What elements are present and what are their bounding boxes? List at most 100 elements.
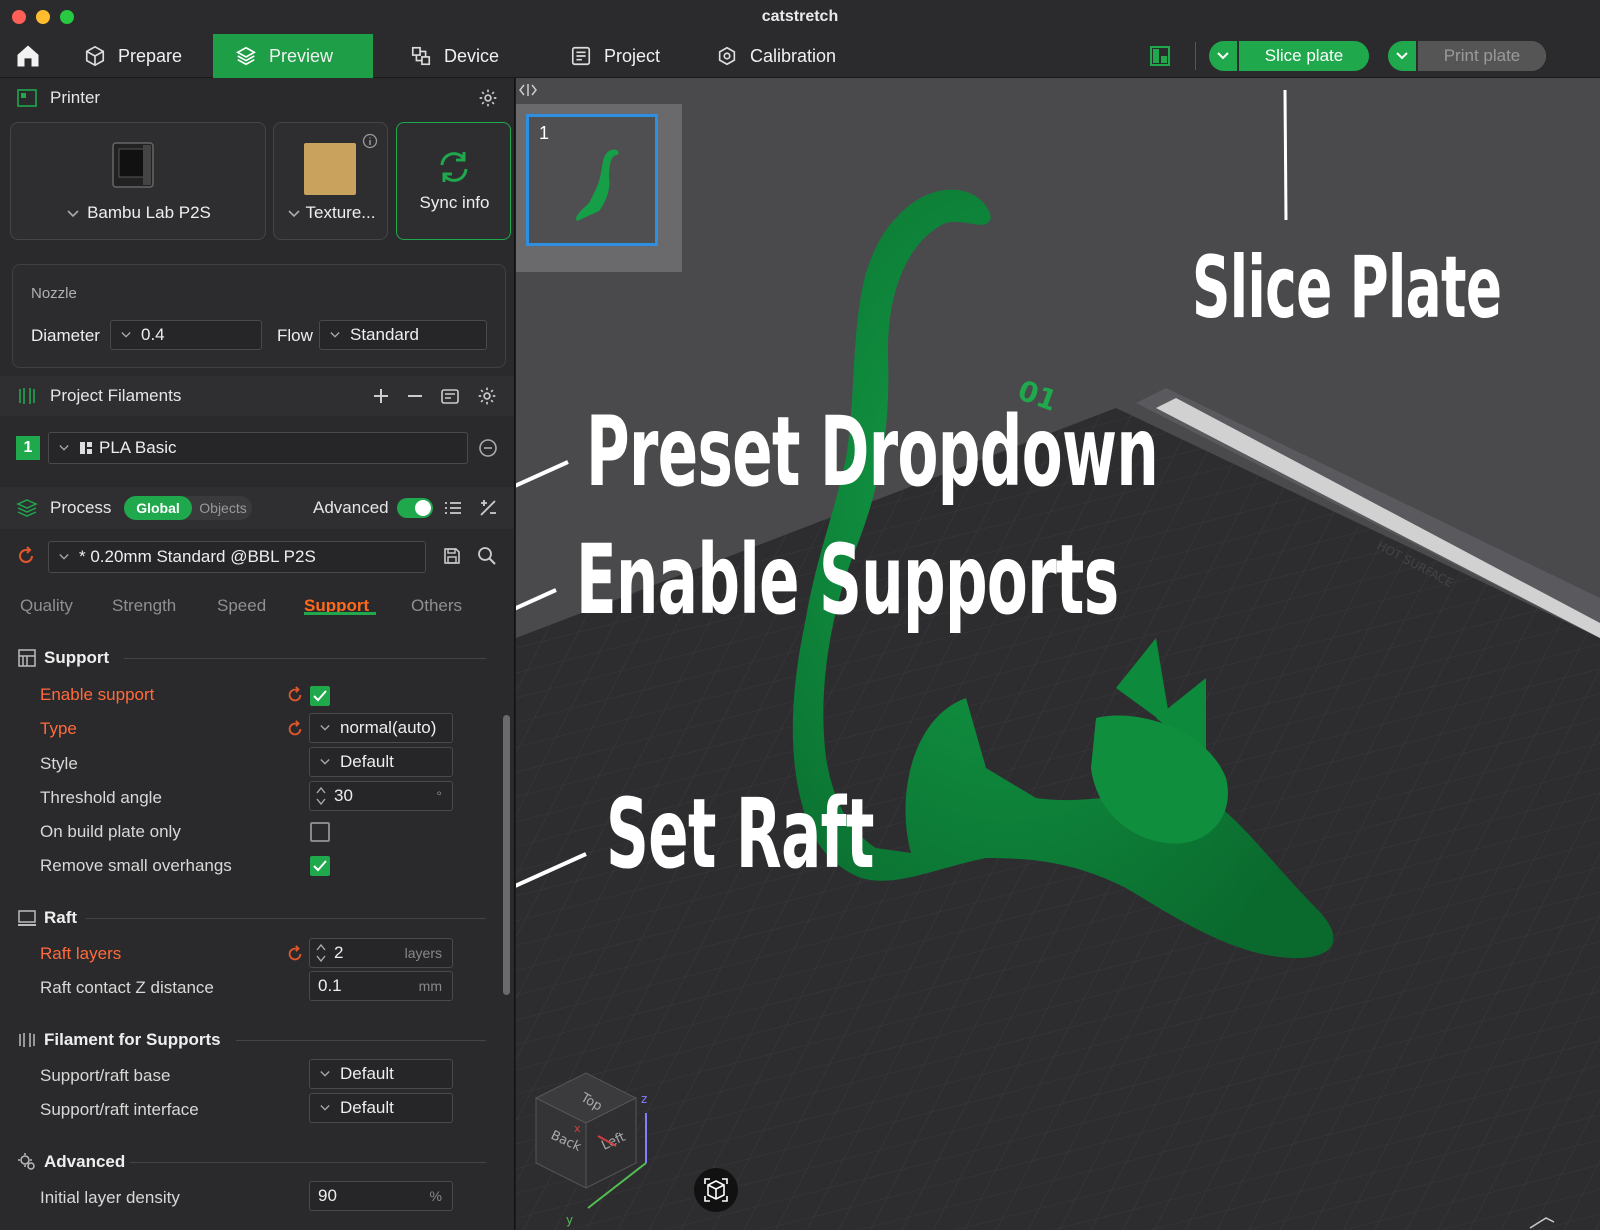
corner-handle-icon[interactable] xyxy=(1526,1214,1556,1230)
reset-icon[interactable] xyxy=(16,546,36,566)
sync-info-button[interactable]: Sync info xyxy=(396,122,511,240)
support-type-label: Type xyxy=(40,719,77,738)
tab-project[interactable]: Project xyxy=(548,34,682,78)
search-icon[interactable] xyxy=(477,546,497,566)
tab-device[interactable]: Device xyxy=(388,34,521,78)
tab-label: Device xyxy=(444,45,500,66)
filament-spool-icon xyxy=(19,1033,35,1047)
gear-icon[interactable] xyxy=(478,88,498,108)
home-icon[interactable] xyxy=(14,42,42,70)
filament-preset-select[interactable]: PLA Basic xyxy=(48,432,468,464)
build-plate-only-label: On build plate only xyxy=(40,822,181,841)
initial-density-input[interactable]: 90 % xyxy=(309,1181,453,1211)
list-icon[interactable] xyxy=(443,498,463,518)
layout-icon[interactable] xyxy=(1150,46,1170,66)
plate-type-card[interactable]: Texture... xyxy=(273,122,388,240)
tab-others[interactable]: Others xyxy=(411,596,462,616)
raft-layers-value: 2 xyxy=(334,943,344,962)
chevron-down-icon xyxy=(67,210,79,218)
minus-icon[interactable] xyxy=(406,387,424,405)
reset-icon[interactable] xyxy=(286,945,304,963)
sync-icon xyxy=(440,152,468,182)
compare-icon[interactable] xyxy=(478,498,498,518)
plate-name: Texture... xyxy=(305,203,376,222)
advanced-label: Advanced xyxy=(313,498,389,517)
reset-view-button[interactable] xyxy=(694,1168,738,1212)
title-bar: catstretch xyxy=(0,0,1600,34)
project-icon xyxy=(571,46,591,66)
chevron-down-icon xyxy=(1396,52,1408,60)
advanced-gears-icon xyxy=(18,1153,35,1170)
filament-index-badge[interactable]: 1 xyxy=(16,436,40,460)
nozzle-diameter-select[interactable]: 0.4 xyxy=(110,320,262,350)
print-options-dropdown[interactable] xyxy=(1388,41,1418,71)
raft-layers-input[interactable]: 2 layers xyxy=(309,938,453,968)
gear-icon[interactable] xyxy=(477,386,497,406)
chevron-down-icon xyxy=(330,332,340,338)
preset-dropdown-annotation: Preset Dropdown xyxy=(586,396,1159,508)
process-tabs: Quality Strength Speed Support Others xyxy=(0,590,514,626)
support-interface-select[interactable]: Default xyxy=(309,1093,453,1123)
chevron-down-icon xyxy=(320,725,330,731)
slice-plate-annotation: Slice Plate xyxy=(1192,238,1502,338)
enable-support-checkbox[interactable] xyxy=(310,686,330,706)
checkmark-icon xyxy=(313,690,327,702)
build-plate-only-checkbox[interactable] xyxy=(310,822,330,842)
print-plate-button[interactable]: Print plate xyxy=(1388,41,1546,71)
support-type-select[interactable]: normal(auto) xyxy=(309,713,453,743)
info-icon[interactable] xyxy=(362,133,378,149)
remove-filament-icon[interactable] xyxy=(478,438,498,458)
collapse-sidebar-icon[interactable] xyxy=(518,82,538,98)
filament-sync-icon[interactable] xyxy=(440,385,462,407)
threshold-angle-value: 30 xyxy=(334,786,353,805)
threshold-angle-input[interactable]: 30 ° xyxy=(309,781,453,811)
slice-plate-button[interactable]: Slice plate xyxy=(1209,41,1369,71)
reset-icon[interactable] xyxy=(286,686,304,704)
printer-thumbnail-icon xyxy=(112,142,154,188)
raft-contact-input[interactable]: 0.1 mm xyxy=(309,971,453,1001)
advanced-toggle[interactable] xyxy=(397,498,433,518)
printer-select-card[interactable]: Bambu Lab P2S xyxy=(10,122,266,240)
initial-density-label: Initial layer density xyxy=(40,1188,180,1207)
global-option[interactable]: Global xyxy=(124,496,192,520)
save-icon[interactable] xyxy=(442,546,462,566)
tab-preview[interactable]: Preview xyxy=(213,34,373,78)
calibration-icon xyxy=(718,46,736,66)
slice-plate-label: Slice plate xyxy=(1264,46,1344,65)
enable-supports-annotation: Enable Supports xyxy=(576,524,1119,636)
tab-quality[interactable]: Quality xyxy=(20,596,73,616)
filament-spool-icon xyxy=(19,388,35,404)
divider xyxy=(86,918,486,919)
layers-unit: layers xyxy=(404,945,442,961)
stepper-icon[interactable] xyxy=(316,785,326,807)
slice-options-dropdown[interactable] xyxy=(1209,41,1239,71)
tab-speed[interactable]: Speed xyxy=(217,596,266,616)
plus-icon[interactable] xyxy=(372,387,390,405)
threshold-angle-label: Threshold angle xyxy=(40,788,162,807)
settings-scrollbar[interactable] xyxy=(503,715,510,995)
chevron-down-icon xyxy=(320,1071,330,1077)
plate-1-thumbnail[interactable]: 1 xyxy=(526,114,658,246)
support-style-select[interactable]: Default xyxy=(309,747,453,777)
raft-icon xyxy=(18,910,36,926)
nozzle-flow-select[interactable]: Standard xyxy=(319,320,487,350)
plate-thumbnail-panel: 1 xyxy=(516,104,682,272)
process-preset-select[interactable]: * 0.20mm Standard @BBL P2S xyxy=(48,541,426,573)
tab-prepare[interactable]: Prepare xyxy=(62,34,204,78)
mm-unit: mm xyxy=(418,978,442,994)
global-objects-switch[interactable]: Global Objects xyxy=(124,496,252,520)
set-raft-annotation: Set Raft xyxy=(606,778,874,890)
nozzle-label: Nozzle xyxy=(31,285,77,302)
stepper-icon[interactable] xyxy=(316,942,326,964)
reset-icon[interactable] xyxy=(286,720,304,738)
3d-viewport[interactable]: HOT SURFACE 01 Top Back Left z y x 1 Sli… xyxy=(516,78,1600,1230)
tab-calibration[interactable]: Calibration xyxy=(694,34,858,78)
remove-overhangs-checkbox[interactable] xyxy=(310,856,330,876)
objects-option[interactable]: Objects xyxy=(194,496,252,520)
tab-strength[interactable]: Strength xyxy=(112,596,176,616)
raft-contact-label: Raft contact Z distance xyxy=(40,978,214,997)
chevron-down-icon xyxy=(287,210,300,218)
process-header-title: Process xyxy=(50,498,112,517)
window-title: catstretch xyxy=(761,8,839,25)
support-base-select[interactable]: Default xyxy=(309,1059,453,1089)
